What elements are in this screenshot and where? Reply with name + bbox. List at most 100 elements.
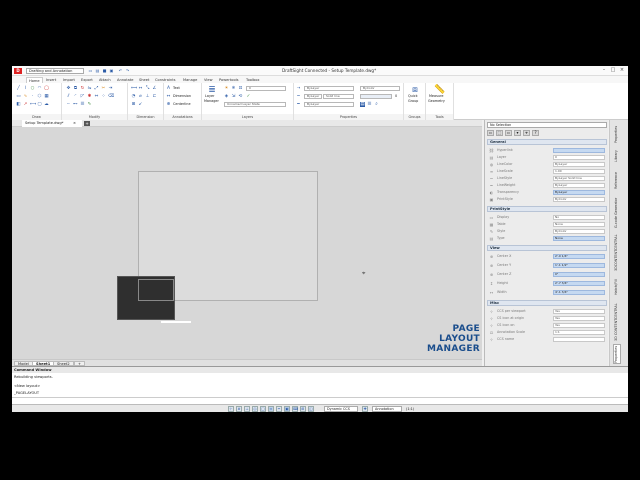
save-icon[interactable]: ■	[102, 68, 107, 73]
snap-icon[interactable]: ⊹	[228, 406, 234, 412]
tolerance-icon[interactable]: ⊞	[131, 102, 136, 107]
dynamic-ccs-icon[interactable]: ⊞	[300, 406, 306, 412]
minimize-icon[interactable]: –	[600, 67, 608, 74]
quick-select-icon[interactable]: ⌕	[374, 102, 379, 107]
circle-icon[interactable]: ○	[30, 86, 35, 91]
layer-manager-line2[interactable]: Manager	[204, 99, 219, 104]
infinite-line-icon[interactable]: ⟷	[30, 102, 36, 107]
print-style-select[interactable]: ByColor	[360, 86, 400, 91]
wipeout-icon[interactable]: ▢	[37, 102, 42, 107]
section-misc[interactable]: Misc	[487, 300, 607, 306]
layer-walk-icon[interactable]: ✓	[246, 94, 251, 99]
new-icon[interactable]: ▭	[88, 68, 93, 73]
layer-match-icon[interactable]: ⇲	[231, 94, 236, 99]
side-tab-3dcontentcentral-1[interactable]: 3DCONTENTCENTRAL	[614, 234, 622, 272]
selection-select[interactable]: No Selection	[487, 122, 607, 128]
angular-dimension-icon[interactable]: ∠	[152, 86, 157, 91]
stretch-icon[interactable]: ⇔	[94, 94, 99, 99]
close-icon[interactable]: ×	[618, 67, 626, 74]
linear-dimension-icon[interactable]: ↔	[138, 86, 143, 91]
list-icon[interactable]: ☰	[367, 102, 372, 107]
edit-icon[interactable]: ✎	[87, 102, 92, 107]
selection-cycling-icon[interactable]: ◫	[308, 406, 314, 412]
aligned-dimension-icon[interactable]: ⤡	[145, 86, 150, 91]
copy-icon[interactable]: ⧉	[73, 86, 78, 91]
line-icon[interactable]: ╱	[16, 86, 21, 91]
side-tab-properties-top[interactable]: Properties	[614, 124, 622, 144]
layer-off-icon[interactable]: ☀	[224, 86, 229, 91]
move-icon[interactable]: ✥	[66, 86, 71, 91]
extend-icon[interactable]: ⇥	[108, 86, 113, 91]
radius-dimension-icon[interactable]: ◔	[131, 94, 136, 99]
side-tab-gcode[interactable]: G-code Generator	[614, 195, 622, 231]
side-tab-properties[interactable]: Properties	[613, 344, 621, 364]
linestyle-icon[interactable]: ┅	[296, 94, 301, 99]
break-icon[interactable]: ╌	[66, 102, 71, 107]
linestyle-name[interactable]: Solid line	[323, 94, 354, 99]
annotation-add-icon[interactable]: ✚	[362, 406, 368, 412]
side-tab-library[interactable]: Library	[614, 147, 622, 165]
scale-icon[interactable]: ⤢	[94, 86, 99, 91]
leader-icon[interactable]: ↙	[138, 102, 143, 107]
rectangle-icon[interactable]: ▭	[16, 94, 21, 99]
side-tab-hatch[interactable]: Hatch/Fill	[614, 275, 622, 299]
centerline-button[interactable]: Centerline	[173, 102, 191, 107]
text-button[interactable]: Text	[173, 86, 180, 91]
app-logo[interactable]: D	[14, 68, 22, 74]
hatch-icon[interactable]: ▦	[44, 94, 49, 99]
command-input[interactable]	[12, 397, 628, 404]
chamfer-icon[interactable]: ◸	[80, 94, 85, 99]
offset-icon[interactable]: ⫽	[66, 94, 71, 99]
transparency-slider[interactable]	[360, 94, 392, 99]
workspace-select[interactable]: Drafting and Annotation	[26, 68, 84, 74]
erase-icon[interactable]: ⌫	[108, 94, 114, 99]
section-print-style[interactable]: PrintStyle	[487, 206, 607, 212]
new-document-tab-button[interactable]: +	[84, 121, 90, 126]
properties-palette-icon[interactable]: ▤	[360, 102, 365, 107]
quickinput-icon[interactable]: ⌨	[292, 406, 298, 412]
lineweight-select[interactable]: ByLayer	[304, 102, 354, 107]
cloud-icon[interactable]: ☁	[44, 102, 49, 107]
diameter-dimension-icon[interactable]: ⌀	[138, 94, 143, 99]
fillet-icon[interactable]: ◜	[73, 94, 78, 99]
grid-icon[interactable]: #	[236, 406, 242, 412]
side-tab-3dcontentcentral-2[interactable]: 3D CONTENTCENTRAL	[614, 302, 622, 342]
smart-dimension-icon[interactable]: ⟺	[131, 86, 137, 91]
maximize-icon[interactable]: □	[609, 67, 617, 74]
quick-select-icon[interactable]: ▫	[505, 130, 512, 136]
ordinate-dimension-icon[interactable]: ⊥	[145, 94, 150, 99]
section-general[interactable]: General	[487, 139, 607, 145]
polyline-icon[interactable]: ⌇	[23, 86, 28, 91]
explode-icon[interactable]: ✱	[87, 94, 92, 99]
trim-icon[interactable]: ✂	[101, 86, 106, 91]
drawing-canvas[interactable]: ⌖ PAGE LAYOUT MANAGER	[12, 127, 482, 359]
ellipse-icon[interactable]: ◯	[44, 86, 49, 91]
region-icon[interactable]: ◧	[16, 102, 21, 107]
centerline-icon[interactable]: ⊕	[166, 102, 171, 107]
filter-icon[interactable]: ▾	[514, 130, 521, 136]
layer-isolate-icon[interactable]: ◈	[224, 94, 229, 99]
pin-icon[interactable]: ⌖	[523, 130, 530, 136]
undo-icon[interactable]: ↶	[118, 68, 123, 73]
baseline-dimension-icon[interactable]: ⊏	[152, 94, 157, 99]
arc-icon[interactable]: ◠	[37, 86, 42, 91]
section-view[interactable]: View	[487, 245, 607, 251]
quick-group-line2[interactable]: Group	[408, 99, 418, 104]
dimension-button[interactable]: Dimension	[173, 94, 191, 99]
print-icon[interactable]: ▣	[109, 68, 114, 73]
polygon-icon[interactable]: ⬡	[37, 94, 42, 99]
mirror-icon[interactable]: ⇋	[87, 86, 92, 91]
esnap-icon[interactable]: □	[260, 406, 266, 412]
color-select[interactable]: ByLayer	[304, 86, 354, 91]
dimension-icon[interactable]: ↔	[166, 94, 171, 99]
redo-icon[interactable]: ↷	[125, 68, 130, 73]
pattern-icon[interactable]: ⁘	[101, 94, 106, 99]
lineweight-icon[interactable]: ━	[296, 102, 301, 107]
linestyle-select[interactable]: ByLayer	[304, 94, 322, 99]
join-icon[interactable]: ⊷	[73, 102, 78, 107]
spline-icon[interactable]: ∿	[23, 94, 28, 99]
lineweight-toggle-icon[interactable]: ━	[276, 406, 282, 412]
ray-icon[interactable]: ↗	[23, 102, 28, 107]
text-icon[interactable]: A	[166, 86, 171, 91]
measure-line2[interactable]: Geometry	[428, 99, 445, 104]
